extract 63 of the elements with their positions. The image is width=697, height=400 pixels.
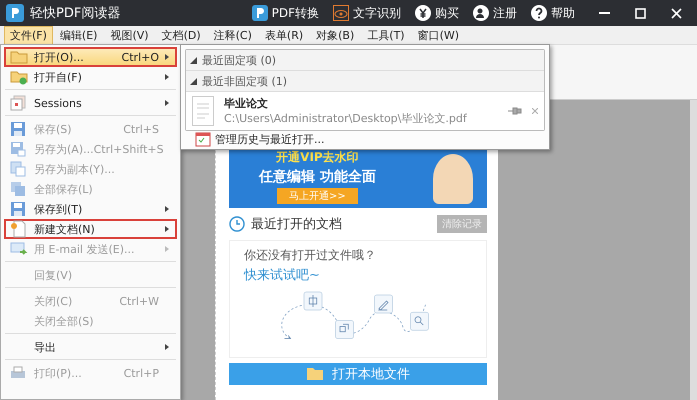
envelope-arrow-icon — [10, 242, 28, 256]
empty-prompt: 快来试试吧~ — [244, 267, 321, 284]
manage-history-item[interactable]: 管理历史与最近打开... — [185, 131, 545, 147]
close-icon — [670, 8, 682, 18]
menu-bar-item[interactable]: 文件(F) — [4, 26, 53, 44]
minimize-icon — [598, 12, 610, 14]
pdf-logo-icon — [252, 5, 268, 21]
menu-item[interactable]: 打开自(F) — [4, 67, 177, 87]
submenu-arrow-icon — [163, 343, 171, 351]
printer-icon — [10, 366, 26, 380]
menu-bar-item[interactable]: 视图(V) — [104, 26, 155, 44]
submenu-arrow-icon — [163, 73, 171, 81]
menu-item[interactable]: 导出 — [4, 337, 177, 357]
window-title: 轻快PDF阅读器 — [30, 5, 122, 22]
menu-bar-item[interactable]: 文档(D) — [156, 26, 207, 44]
new-document-icon — [10, 220, 26, 238]
folder-with-globe-icon — [10, 70, 28, 84]
menu-bar-item[interactable]: 对象(B) — [310, 26, 360, 44]
maximize-icon — [634, 8, 646, 18]
stacked-disks-icon — [10, 181, 26, 197]
menu-bar-item[interactable]: 工具(T) — [361, 26, 411, 44]
file-path: C:\Users\Administrator\Desktop\毕业论文.pdf — [224, 111, 468, 126]
title-action-button[interactable]: 购买 — [415, 4, 459, 22]
user-icon — [473, 5, 489, 21]
submenu-arrow-icon — [163, 245, 171, 253]
copy-document-icon — [10, 161, 26, 177]
app-logo-icon — [6, 4, 24, 22]
menu-bar-item[interactable]: 编辑(E) — [54, 26, 104, 44]
folder-icon — [306, 367, 324, 381]
recent-documents-heading: 最近打开的文档 — [251, 216, 343, 233]
submenu-arrow-icon — [163, 225, 171, 233]
submenu-arrow-icon — [163, 99, 171, 107]
banner-headline: 开通VIP去水印 — [276, 149, 359, 166]
file-name: 毕业论文 — [224, 96, 269, 111]
menu-item[interactable]: 打开(O)... Ctrl+O — [4, 47, 177, 67]
empty-message: 你还没有打开过文件哦？ — [244, 247, 377, 264]
title-action-button[interactable]: 帮助 — [531, 4, 575, 22]
yen-coin-icon — [415, 5, 431, 21]
menu-bar-item[interactable]: 表单(R) — [258, 26, 310, 44]
calendar-check-icon — [195, 131, 211, 147]
menu-item[interactable]: 新建文档(N) — [4, 219, 177, 239]
section-header[interactable]: 最近非固定项 (1) — [186, 71, 544, 92]
help-icon — [531, 5, 547, 21]
menu-item[interactable]: Sessions — [4, 93, 177, 113]
title-action-button[interactable]: PDF转换 — [252, 4, 319, 22]
document-icon — [192, 96, 214, 126]
eye-scan-icon — [333, 5, 349, 21]
expanded-triangle-icon — [190, 78, 197, 84]
banner-tagline: 任意编辑 功能全面 — [259, 168, 376, 186]
expanded-triangle-icon — [190, 56, 197, 64]
folder-icon — [10, 50, 28, 64]
clock-icon — [229, 216, 245, 232]
submenu-arrow-icon — [163, 53, 171, 61]
pin-icon[interactable] — [508, 107, 522, 115]
submenu-arrow-icon — [163, 205, 171, 213]
scrollbar[interactable] — [690, 100, 697, 400]
menu-bar-item[interactable]: 注释(C) — [208, 26, 258, 44]
menu-bar-item[interactable]: 窗口(W) — [412, 26, 466, 44]
section-header[interactable]: 最近固定项 (0) — [186, 50, 544, 71]
title-action-button[interactable]: 注册 — [473, 4, 517, 22]
title-action-button[interactable]: 文字识别 — [333, 4, 401, 22]
stacked-pages-icon — [10, 95, 26, 111]
menu-item[interactable]: 保存到(T) — [4, 199, 177, 219]
